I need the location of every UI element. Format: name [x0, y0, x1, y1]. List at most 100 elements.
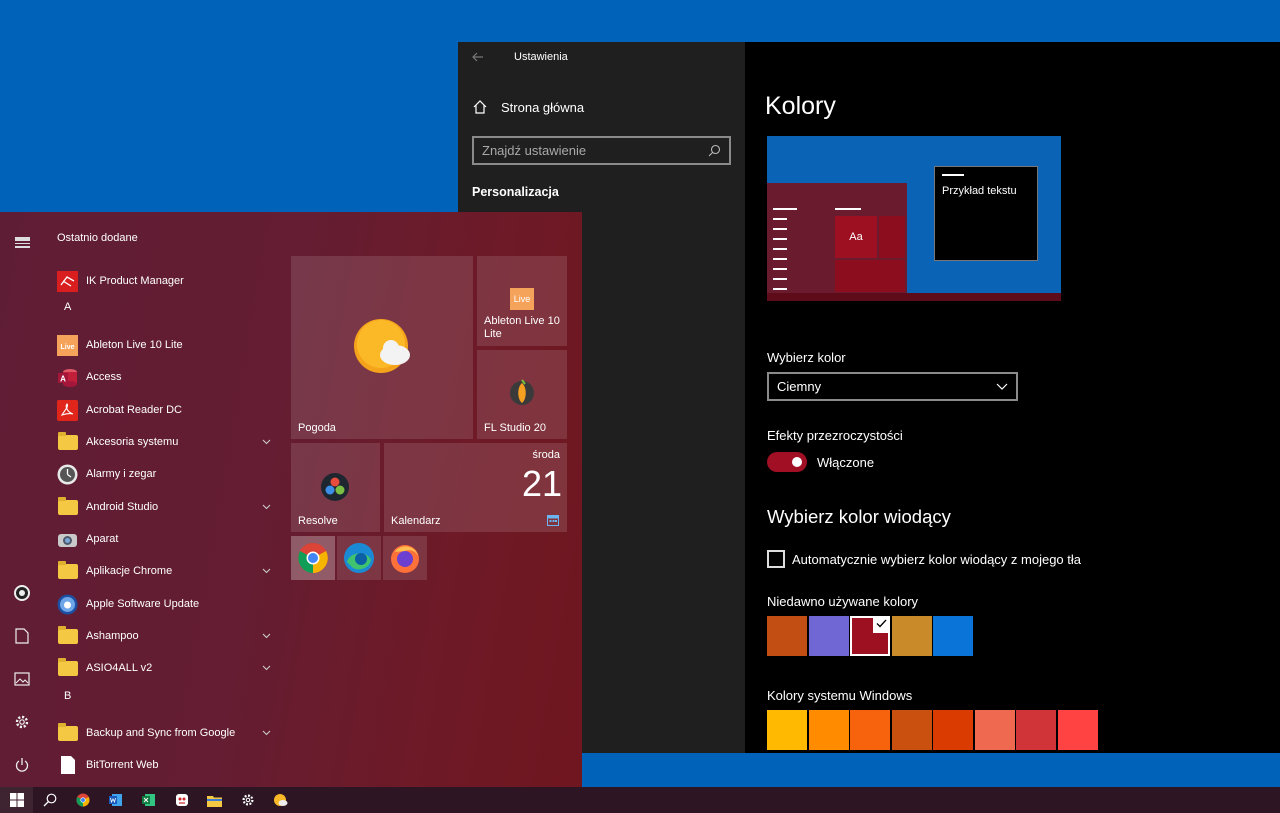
app-label: BitTorrent Web: [86, 759, 159, 771]
taskbar-search-button[interactable]: [33, 787, 66, 813]
preview-tile: Aa: [835, 216, 877, 258]
taskbar-app[interactable]: [165, 787, 198, 813]
app-list-item[interactable]: BitTorrent Web: [57, 752, 275, 778]
app-list-item[interactable]: Ashampoo: [57, 623, 275, 649]
windows-color-swatch[interactable]: [1057, 710, 1098, 750]
start-rail: [0, 212, 44, 787]
back-button[interactable]: [458, 42, 498, 72]
windows-color-swatch[interactable]: [1016, 710, 1056, 750]
app-list-item[interactable]: Android Studio: [57, 494, 275, 520]
app-label: IK Product Manager: [86, 275, 184, 287]
app-list-item[interactable]: Live Ableton Live 10 Lite: [57, 332, 275, 358]
documents-icon[interactable]: [13, 627, 31, 645]
windows-color-swatch[interactable]: [974, 710, 1015, 750]
windows-color-swatch[interactable]: [891, 710, 932, 750]
ableton-icon: Live: [57, 334, 78, 356]
start-menu: Ostatnio dodane Pogoda Live Ableton Live…: [0, 212, 582, 787]
chevron-down-icon[interactable]: [262, 566, 271, 577]
taskbar-excel[interactable]: [132, 787, 165, 813]
settings-content: Kolory Aa Przykład tekstu Wybierz kolor …: [745, 42, 1280, 753]
taskbar-settings[interactable]: [231, 787, 264, 813]
app-list-item[interactable]: A Access: [57, 364, 275, 390]
chevron-down-icon: [996, 383, 1008, 390]
sidebar-item-home[interactable]: Strona główna: [472, 99, 584, 115]
access-icon: A: [57, 367, 78, 388]
firefox-icon: [391, 545, 419, 573]
camera-icon: [57, 529, 78, 550]
recently-added-heading: Ostatnio dodane: [57, 232, 138, 244]
app-list-item[interactable]: Backup and Sync from Google: [57, 720, 275, 746]
chevron-down-icon[interactable]: [262, 502, 271, 513]
pictures-icon[interactable]: [13, 670, 31, 688]
tile-resolve[interactable]: Resolve: [291, 443, 380, 532]
transparency-toggle[interactable]: [767, 452, 807, 472]
chrome-icon: [75, 793, 90, 807]
search-box[interactable]: [472, 136, 731, 165]
preview-menu-lines: [773, 208, 797, 298]
auto-accent-label: Automatycznie wybierz kolor wiodący z mo…: [792, 551, 1082, 567]
app-list-item[interactable]: Akcesoria systemu: [57, 429, 275, 455]
letter-header[interactable]: A: [64, 301, 71, 313]
recent-color-swatch[interactable]: [808, 616, 849, 656]
power-icon[interactable]: [13, 756, 31, 774]
tile-calendar[interactable]: środa 21 Kalendarz: [384, 443, 567, 532]
taskbar-file-explorer[interactable]: [198, 787, 231, 813]
tile-ableton[interactable]: Live Ableton Live 10 Lite: [477, 256, 567, 346]
app-list-item[interactable]: IK Product Manager: [57, 268, 275, 294]
tile-label: FL Studio 20: [484, 422, 546, 434]
folder-icon: [207, 795, 222, 807]
taskbar-word[interactable]: [99, 787, 132, 813]
chevron-down-icon[interactable]: [262, 663, 271, 674]
recent-color-swatch[interactable]: [891, 616, 932, 656]
search-icon: [708, 144, 721, 157]
recent-colors: [767, 616, 975, 656]
tile-edge[interactable]: [337, 536, 381, 580]
recent-color-swatch[interactable]: [850, 616, 890, 656]
taskbar: [0, 787, 1280, 813]
tile-chrome[interactable]: [291, 536, 335, 580]
app-list-item[interactable]: Alarmy i zegar: [57, 461, 275, 487]
transparency-toggle-row: Włączone: [767, 452, 874, 472]
letter-header[interactable]: B: [64, 690, 71, 702]
auto-accent-checkbox[interactable]: [767, 550, 785, 568]
auto-accent-row[interactable]: Automatycznie wybierz kolor wiodący z mo…: [767, 550, 1081, 568]
app-list-item[interactable]: Apple Software Update: [57, 591, 275, 617]
user-avatar-icon[interactable]: [13, 584, 31, 602]
app-list-item[interactable]: Aparat: [57, 526, 275, 552]
chevron-down-icon[interactable]: [262, 437, 271, 448]
windows-color-swatch[interactable]: [767, 710, 807, 750]
windows-color-swatch[interactable]: [933, 710, 973, 750]
tile-fl-studio[interactable]: FL Studio 20: [477, 350, 567, 439]
color-mode-dropdown[interactable]: Ciemny: [767, 372, 1018, 401]
windows-color-swatch[interactable]: [808, 710, 849, 750]
chevron-down-icon[interactable]: [262, 631, 271, 642]
app-list-item[interactable]: Aplikacje Chrome: [57, 558, 275, 584]
file-icon: [57, 755, 78, 776]
taskbar-chrome[interactable]: [66, 787, 99, 813]
tile-firefox[interactable]: [383, 536, 427, 580]
preview-window: Przykład tekstu: [934, 166, 1038, 261]
recent-color-swatch[interactable]: [933, 616, 973, 656]
search-input[interactable]: [482, 143, 692, 158]
chevron-down-icon[interactable]: [262, 728, 271, 739]
hamburger-menu-icon[interactable]: [13, 229, 31, 248]
gear-icon: [241, 794, 254, 806]
davinci-resolve-icon: [321, 473, 349, 501]
start-button[interactable]: [0, 787, 33, 813]
home-icon: [473, 100, 487, 114]
preview-bar: [835, 208, 861, 210]
weather-icon: [274, 794, 288, 806]
windows-color-swatch[interactable]: [850, 710, 890, 750]
tile-weather[interactable]: Pogoda: [291, 256, 473, 439]
ableton-live-icon: Live: [510, 288, 534, 310]
app-label: Acrobat Reader DC: [86, 404, 182, 416]
recent-color-swatch[interactable]: [767, 616, 807, 656]
app-list-item[interactable]: ASIO4ALL v2: [57, 655, 275, 681]
dropdown-value: Ciemny: [777, 379, 822, 394]
app-list-item[interactable]: Acrobat Reader DC: [57, 397, 275, 423]
folder-icon: [57, 560, 78, 582]
settings-gear-icon[interactable]: [13, 713, 31, 731]
preview-taskbar: [767, 293, 1061, 301]
taskbar-weather[interactable]: [264, 787, 297, 813]
app-mascot-icon: [175, 794, 188, 806]
